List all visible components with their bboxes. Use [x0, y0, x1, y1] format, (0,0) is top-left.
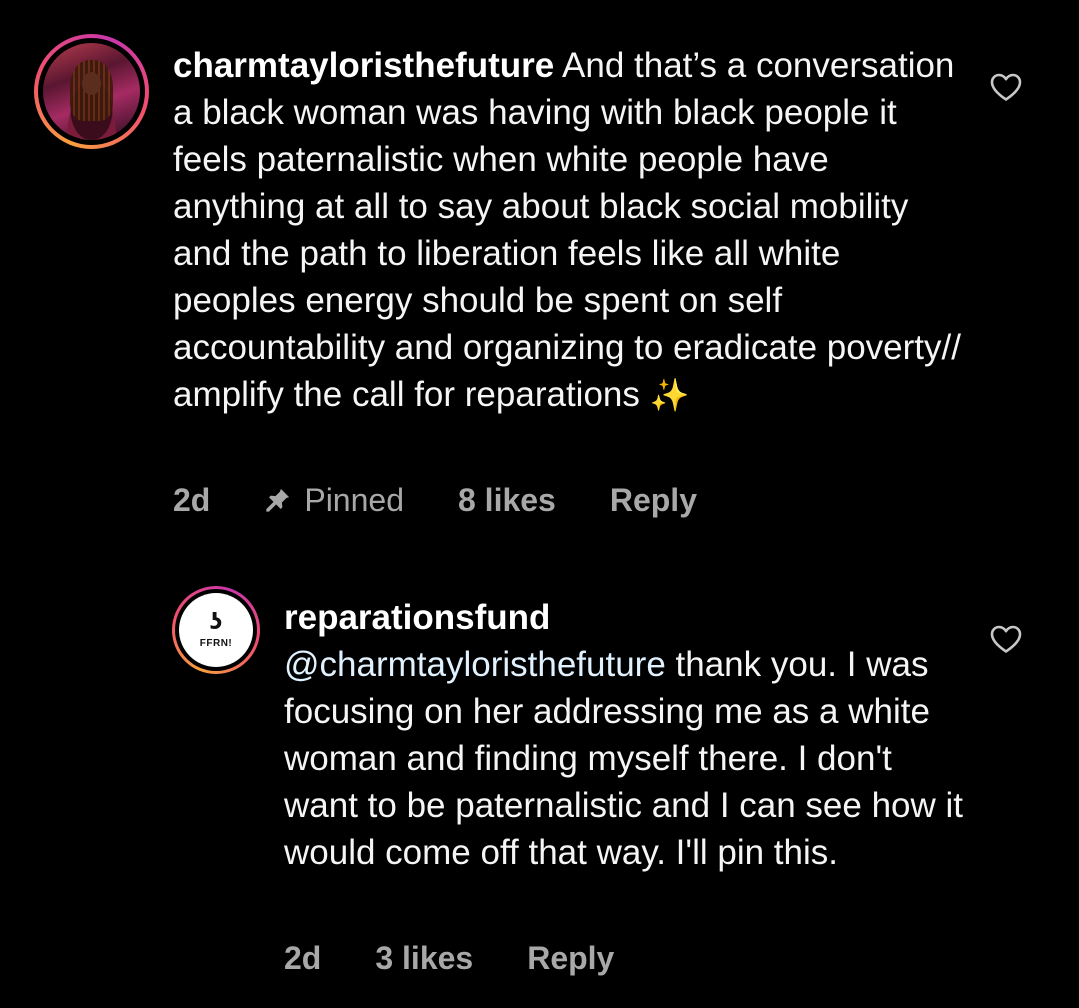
comment-meta: 2d 3 likes Reply	[284, 938, 668, 978]
pinned-label: Pinned	[304, 482, 404, 518]
sparkles-emoji: ✨	[649, 376, 690, 414]
heart-outline-icon[interactable]	[989, 72, 1023, 102]
avatar-logo: ʖ FFRN!	[179, 593, 253, 667]
avatar[interactable]	[34, 34, 149, 149]
likes-count[interactable]: 3 likes	[375, 938, 473, 978]
comment-body: reparationsfund @charmtayloristhefuture …	[284, 594, 974, 876]
comment-text: And that’s a conversation a black woman …	[173, 46, 961, 414]
comment-body: charmtayloristhefuture And that’s a conv…	[173, 42, 963, 419]
comment-age: 2d	[173, 482, 211, 518]
likes-count[interactable]: 8 likes	[458, 480, 556, 520]
comment-username[interactable]: charmtayloristhefuture	[173, 46, 554, 85]
reply-button[interactable]: Reply	[610, 480, 697, 520]
comment-meta: 2d Pinned 8 likes Reply	[173, 480, 751, 520]
reply-button[interactable]: Reply	[527, 938, 614, 978]
heart-outline-icon[interactable]	[989, 624, 1023, 654]
logo-text: FFRN!	[199, 637, 233, 649]
avatar[interactable]: ʖ FFRN!	[172, 586, 260, 674]
logo-mark-icon: ʖ	[209, 609, 223, 635]
pin-icon	[266, 488, 290, 512]
avatar-photo	[43, 43, 140, 140]
comment-username[interactable]: reparationsfund	[284, 594, 974, 641]
comment-age: 2d	[284, 940, 322, 976]
pinned-indicator: Pinned	[264, 480, 404, 520]
mention-link[interactable]: @charmtayloristhefuture	[284, 645, 666, 684]
